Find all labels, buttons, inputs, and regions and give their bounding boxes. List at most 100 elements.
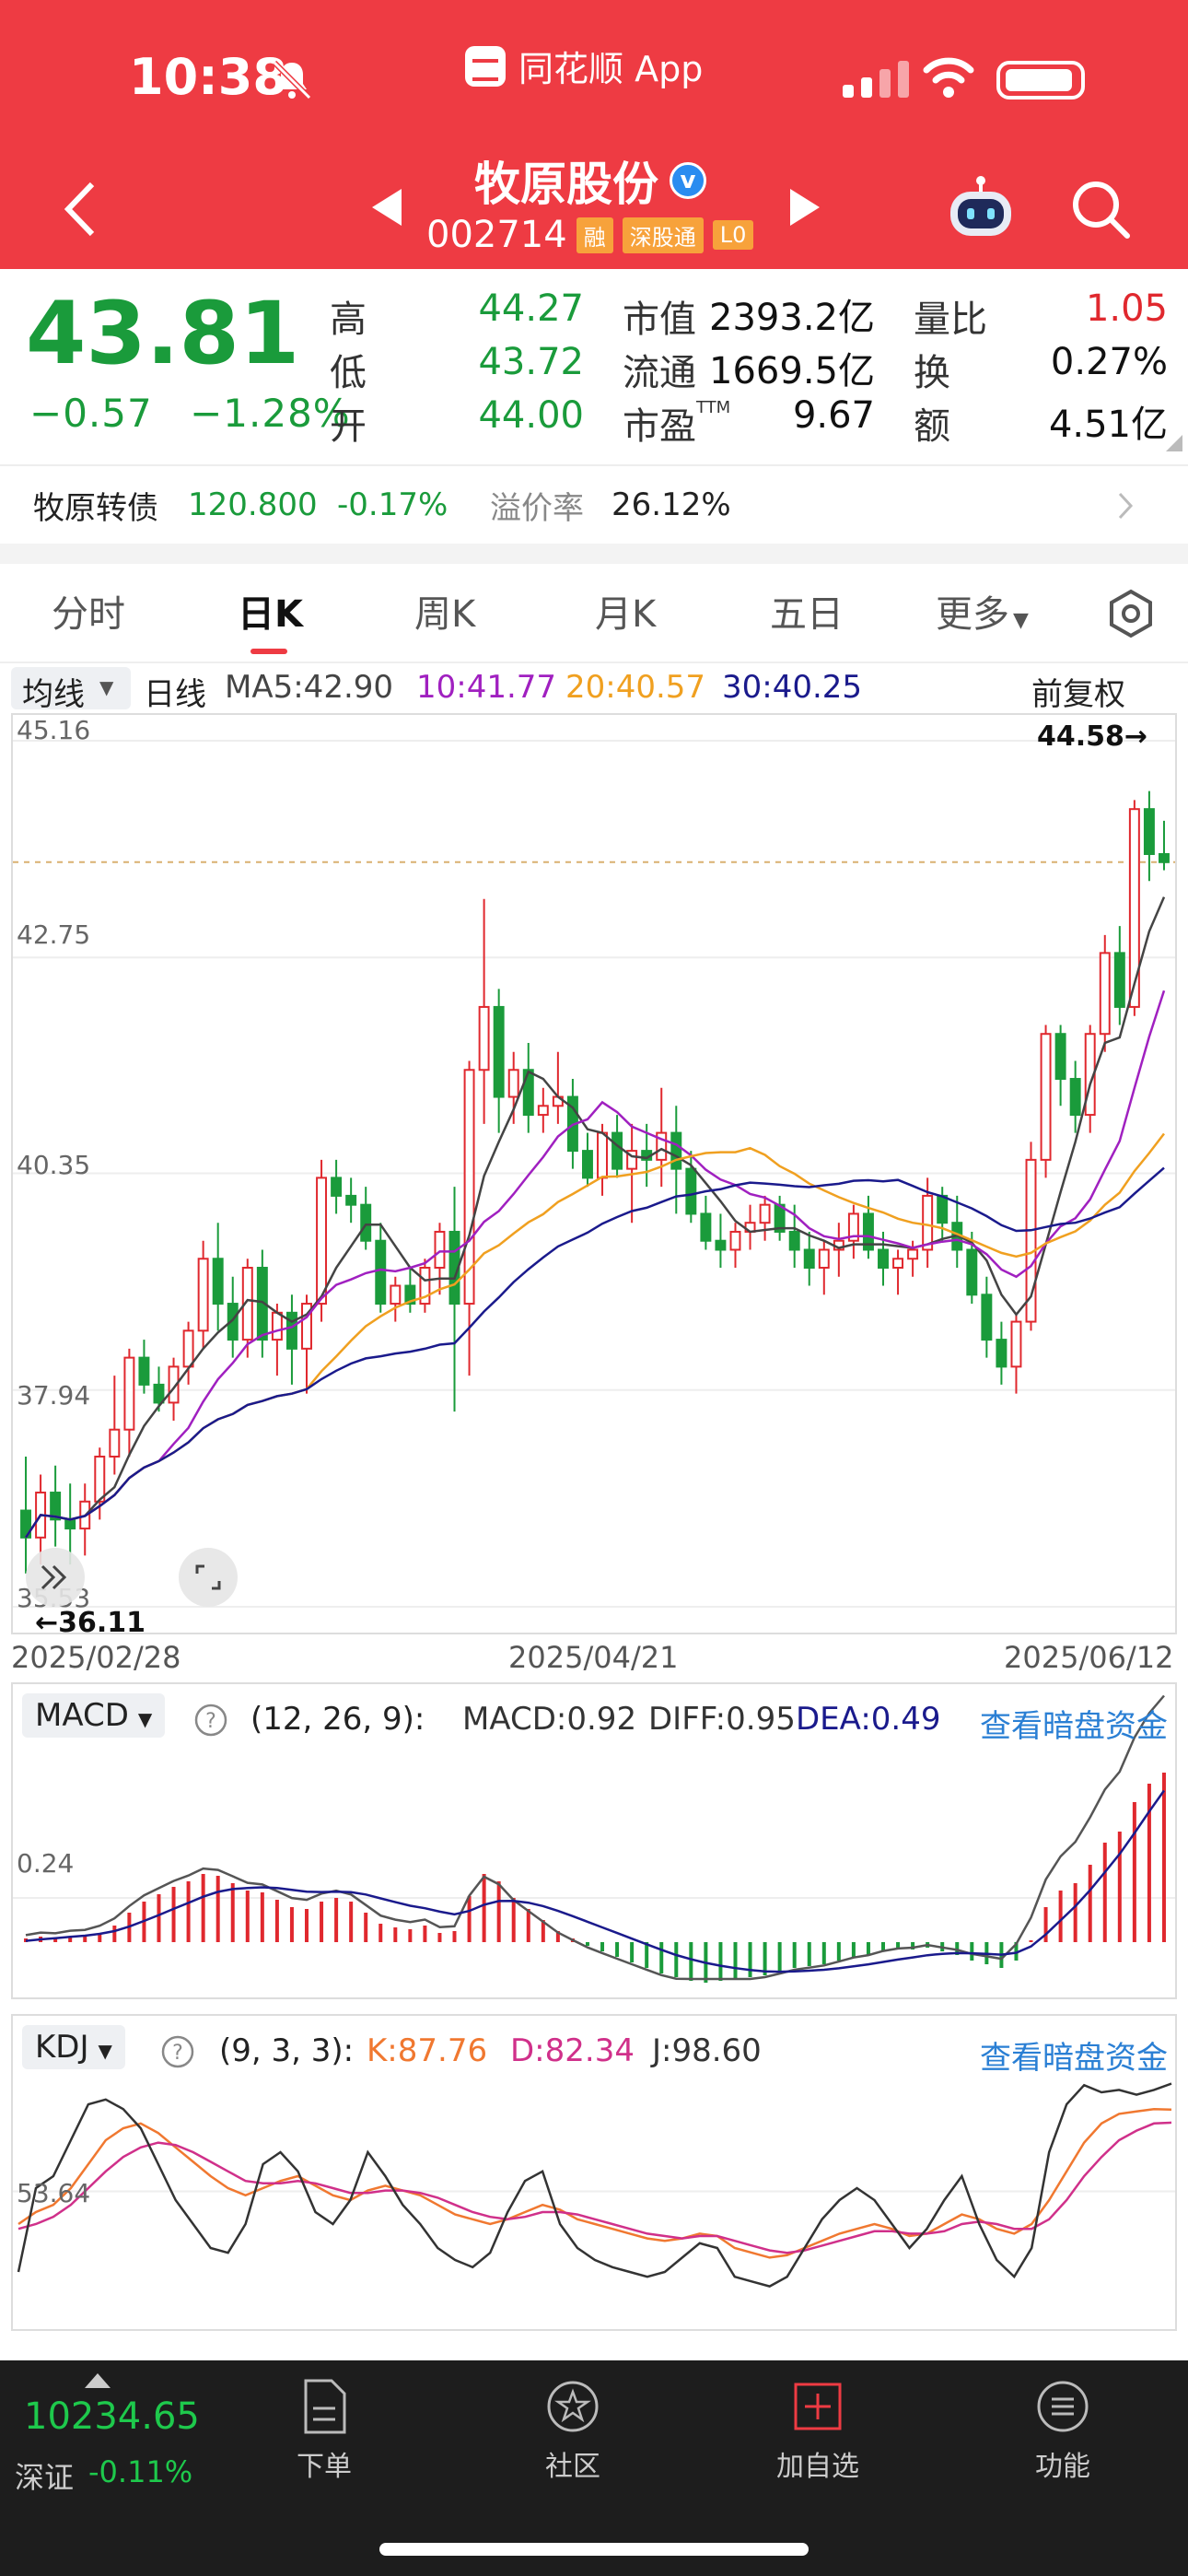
next-stock-icon[interactable]: [790, 189, 820, 226]
tag-connect: 深股通: [622, 217, 704, 253]
triangle-up-icon: [85, 2373, 111, 2388]
app-logo-icon: [465, 45, 506, 87]
settings-hexagon-icon[interactable]: [1105, 588, 1157, 639]
candle-body: [345, 1194, 357, 1206]
candle: [1099, 934, 1111, 1052]
ma10-line: [24, 989, 1166, 1539]
status-time: 10:38: [129, 48, 287, 106]
double-chevron-icon: [41, 1564, 67, 1590]
candle: [1158, 820, 1170, 871]
candle-body: [138, 1356, 150, 1386]
kdj-panel[interactable]: KDJ ▼ ? (9, 3, 3): K:87.76 D:82.34 J:98.6…: [11, 2014, 1177, 2331]
tab-more[interactable]: 更多 ▼: [936, 584, 1029, 638]
kdj-y-label: 53.64: [17, 2178, 91, 2208]
candle: [197, 1240, 209, 1349]
candle-body: [182, 1329, 194, 1368]
home-indicator: [379, 2543, 809, 2556]
candle-body: [109, 1428, 121, 1458]
candle: [390, 1276, 402, 1322]
candle-body: [1054, 1033, 1066, 1081]
tab-weekly-k[interactable]: 周K: [414, 584, 475, 638]
help-icon[interactable]: ?: [193, 1703, 228, 1738]
adjust-mode[interactable]: 前复权: [1031, 669, 1125, 714]
high-label: 高: [330, 299, 367, 341]
candle-body: [153, 1383, 165, 1404]
volume-ratio-value: 1.05: [1085, 287, 1168, 330]
chart-tabs: 分时 日K 周K 月K 五日 更多 ▼: [0, 564, 1188, 663]
nav-functions[interactable]: 功能: [1007, 2377, 1118, 2484]
candle: [818, 1240, 830, 1295]
candle: [996, 1321, 1007, 1385]
stock-name: 牧原股份: [474, 158, 658, 211]
battery-icon: [996, 61, 1085, 100]
tab-intraday[interactable]: 分时: [52, 584, 125, 638]
candle-body: [922, 1194, 934, 1251]
candle-body: [493, 1005, 505, 1098]
ma20-value: 20:40.57: [565, 669, 706, 706]
dea-value: DEA:0.49: [796, 1701, 941, 1738]
nav-order[interactable]: 下单: [269, 2377, 379, 2484]
candle-body: [507, 1069, 519, 1098]
nav-functions-label: 功能: [1035, 2451, 1090, 2483]
candle: [345, 1177, 357, 1224]
dark-pool-link[interactable]: 查看暗盘资金: [980, 1701, 1168, 1746]
macd-selector-label: MACD: [35, 1697, 129, 1734]
tab-five-day[interactable]: 五日: [770, 584, 844, 638]
pe-value: 9.67: [792, 394, 875, 437]
ai-robot-icon[interactable]: [947, 175, 1015, 240]
ma20-line: [24, 1132, 1165, 1539]
candle-body: [1143, 808, 1155, 855]
ma-legend-bar: 均线 ▼ 日线 MA5:42.90 10:41.77 20:40.57 30:4…: [0, 663, 1188, 714]
macd-panel[interactable]: MACD ▼ ? (12, 26, 9): MACD:0.92 DIFF:0.95…: [11, 1682, 1177, 1999]
candle-body: [331, 1177, 343, 1197]
candle: [803, 1231, 815, 1286]
prev-stock-icon[interactable]: [372, 189, 402, 226]
macd-value: MACD:0.92: [462, 1701, 637, 1738]
kline-chart[interactable]: 45.16 42.75 40.35 37.94 35.53 44.58→ ←36…: [11, 713, 1177, 1639]
source-app[interactable]: 同花顺 App: [465, 41, 703, 91]
kline-svg: [13, 740, 1175, 1608]
candle: [685, 1151, 697, 1224]
nav-community[interactable]: 社区: [518, 2377, 628, 2484]
search-icon[interactable]: [1068, 177, 1133, 241]
ma-selector-label: 均线: [22, 676, 85, 713]
macd-selector[interactable]: MACD ▼: [22, 1693, 166, 1738]
back-arrow-icon[interactable]: [57, 177, 103, 241]
date-mid: 2025/04/21: [508, 1640, 679, 1675]
quote-panel: 43.81 −0.57 −1.28% 高 44.27 低 43.72 开 44.…: [0, 269, 1188, 464]
kdj-selector[interactable]: KDJ ▼: [22, 2025, 125, 2069]
y-label-3: 40.35: [17, 1150, 91, 1180]
app-header: 10:38 同花顺 App 牧原股份 v 002714 融 深股通 L0: [0, 0, 1188, 269]
low-label: 低: [330, 352, 367, 394]
index-value[interactable]: 10234.65: [24, 2395, 200, 2438]
expand-left-button[interactable]: [26, 1548, 85, 1607]
candle: [847, 1204, 859, 1259]
dark-pool-link[interactable]: 查看暗盘资金: [980, 2032, 1168, 2078]
candle: [478, 898, 490, 1124]
tab-daily-k[interactable]: 日K: [238, 584, 303, 638]
nav-add-watchlist[interactable]: 加自选: [763, 2377, 873, 2484]
tag-level: L0: [712, 220, 754, 250]
candle-body: [670, 1131, 682, 1170]
candle: [1040, 1025, 1052, 1178]
candle: [507, 1051, 519, 1124]
fullscreen-button[interactable]: [179, 1548, 238, 1607]
help-icon[interactable]: ?: [160, 2034, 195, 2069]
candle: [50, 1465, 62, 1547]
convertible-bond-row[interactable]: 牧原转债 120.800 -0.17% 溢价率 26.12%: [0, 464, 1188, 544]
candle-body: [375, 1239, 387, 1306]
candle: [419, 1259, 431, 1313]
candle: [862, 1195, 874, 1259]
add-box-icon: [794, 2383, 842, 2430]
tab-monthly-k[interactable]: 月K: [595, 584, 656, 638]
date-start: 2025/02/28: [11, 1640, 181, 1675]
document-icon: [304, 2379, 346, 2434]
nav-add-watchlist-label: 加自选: [776, 2451, 859, 2483]
index-name: 深证: [15, 2460, 75, 2495]
candle: [212, 1223, 224, 1331]
expand-corner-icon[interactable]: [1166, 435, 1182, 451]
candle: [700, 1195, 712, 1250]
candle: [1084, 1025, 1096, 1133]
candle: [138, 1340, 150, 1394]
candle-body: [522, 1069, 534, 1117]
